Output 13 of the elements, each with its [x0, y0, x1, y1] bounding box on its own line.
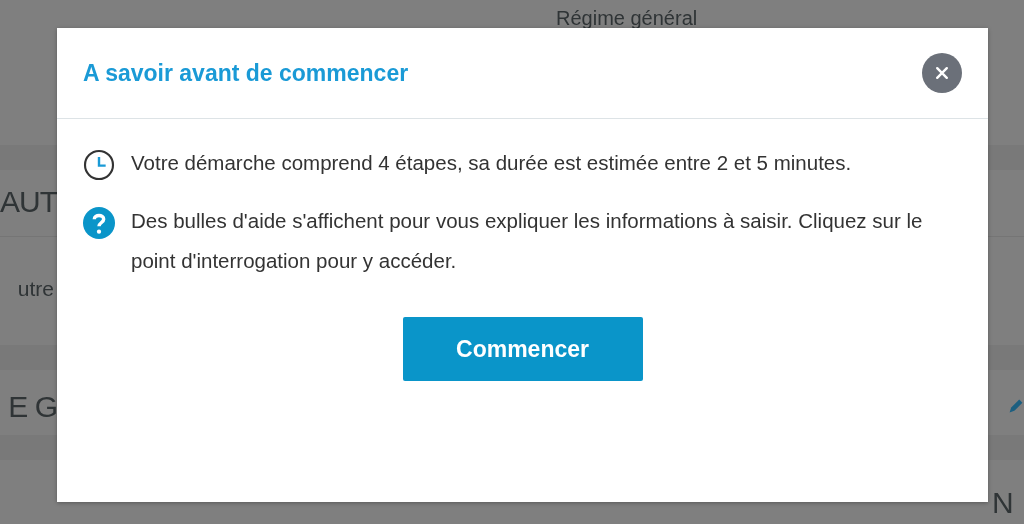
section-label: Régime général [556, 8, 698, 28]
dialog-title: A savoir avant de commencer [83, 59, 409, 87]
info-text: Votre démarche comprend 4 étapes, sa durée est estimée entre 2 et 5 minutes. [131, 150, 852, 176]
clock-icon [83, 149, 115, 181]
section-label: utre [17, 277, 54, 301]
help-icon [83, 207, 115, 239]
start-button[interactable]: Commencer [402, 317, 643, 381]
close-icon [934, 65, 950, 81]
section-label: N [992, 486, 1013, 520]
close-button[interactable] [922, 53, 962, 93]
section-label: E G [8, 390, 57, 424]
section-label: AUT [0, 185, 57, 219]
info-text: Des bulles d'aide s'affichent pour vous expliquer les informations à saisir. Cliquez sur le point d'interrogation pour y accéder. [131, 208, 924, 274]
